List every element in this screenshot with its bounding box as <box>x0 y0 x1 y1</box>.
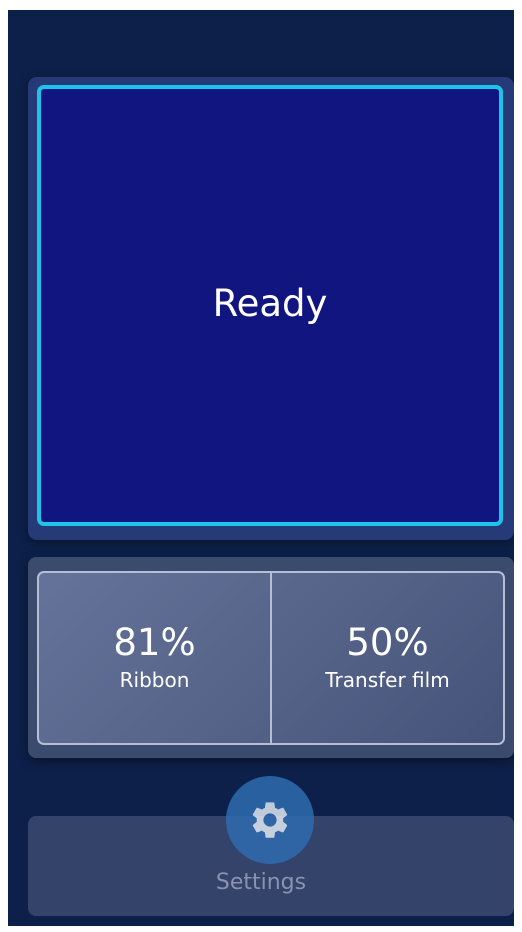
transfer-film-label: Transfer film <box>325 668 450 692</box>
status-display[interactable]: Ready <box>37 85 503 526</box>
settings-label: Settings <box>215 870 307 895</box>
consumables-panel: 81% Ribbon 50% Transfer film <box>28 557 514 758</box>
ribbon-level: 81% <box>113 621 196 664</box>
status-panel: Ready <box>28 77 514 540</box>
consumables-gauges: 81% Ribbon 50% Transfer film <box>37 571 505 745</box>
ribbon-gauge[interactable]: 81% Ribbon <box>39 573 270 743</box>
transfer-film-gauge[interactable]: 50% Transfer film <box>270 573 503 743</box>
gear-icon <box>252 802 288 838</box>
printer-screen: Ready 81% Ribbon 50% Transfer film Setti… <box>8 10 514 926</box>
transfer-film-level: 50% <box>346 621 429 664</box>
settings-icon-button[interactable] <box>226 776 314 864</box>
status-text: Ready <box>212 282 328 325</box>
ribbon-label: Ribbon <box>119 668 190 692</box>
